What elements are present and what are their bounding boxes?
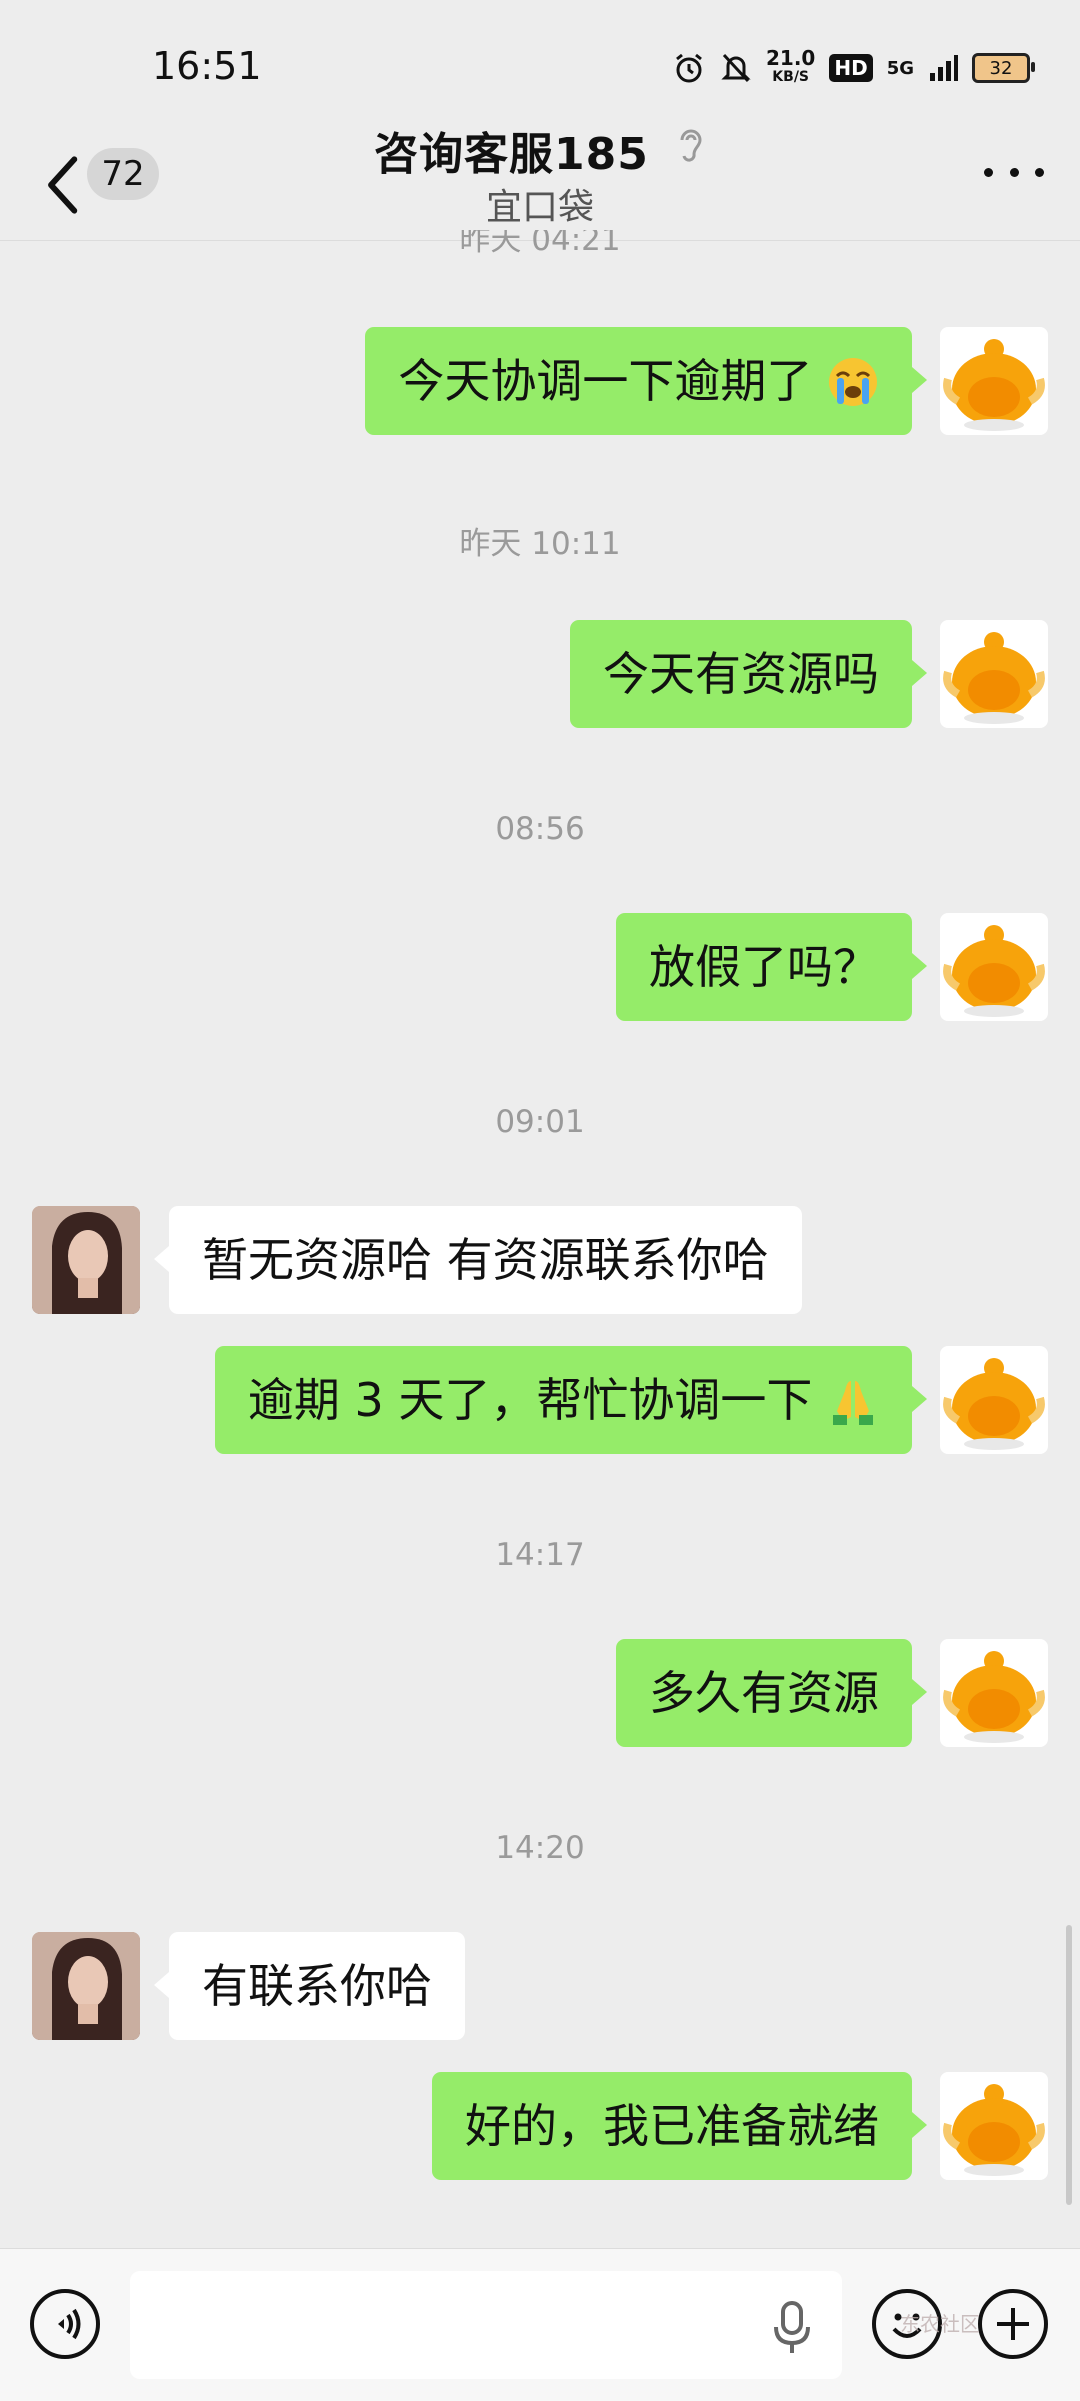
folded-hands-emoji bbox=[833, 1380, 873, 1425]
timestamp-text: 昨天 04:21 bbox=[459, 230, 621, 258]
signal-icon bbox=[930, 55, 958, 81]
status-icons: 21.0 KB/S HD 5G 32 bbox=[672, 44, 1035, 92]
scrollbar[interactable] bbox=[1066, 1925, 1072, 2205]
duck-avatar-icon bbox=[943, 2084, 1045, 2176]
avatar-self[interactable] bbox=[940, 913, 1048, 1021]
avatar-self[interactable] bbox=[940, 1639, 1048, 1747]
message-text: 放假了吗？ bbox=[649, 940, 879, 994]
more-dots-icon[interactable] bbox=[984, 160, 1044, 184]
more-actions-button[interactable] bbox=[978, 2289, 1048, 2359]
message-bubble-outgoing[interactable]: 今天协调一下逾期了 bbox=[365, 327, 927, 435]
message-text: 有联系你哈 bbox=[202, 1959, 432, 2013]
hd-badge: HD bbox=[829, 54, 873, 82]
message-text: 暂无资源哈 有资源联系你哈 bbox=[202, 1233, 769, 1287]
message-text: 今天有资源吗 bbox=[603, 647, 879, 701]
duck-avatar-icon bbox=[943, 1358, 1045, 1450]
avatar-self[interactable] bbox=[940, 2072, 1048, 2180]
network-speed: 21.0 KB/S bbox=[765, 46, 816, 87]
message-bubble-outgoing[interactable]: 多久有资源 bbox=[616, 1639, 927, 1747]
message-bubble-outgoing[interactable]: 好的，我已准备就绪 bbox=[432, 2072, 927, 2180]
avatar-self[interactable] bbox=[940, 620, 1048, 728]
timestamp: 09:01 bbox=[495, 1104, 585, 1140]
avatar-contact[interactable] bbox=[32, 1932, 140, 2040]
message-bubble-outgoing[interactable]: 放假了吗？ bbox=[616, 913, 927, 1021]
message-input[interactable] bbox=[130, 2271, 842, 2379]
chat-title[interactable]: 咨询客服185 bbox=[374, 129, 649, 180]
message-text: 今天协调一下逾期了 bbox=[398, 354, 813, 408]
woman-portrait-avatar bbox=[32, 1206, 140, 1314]
battery-icon: 32 bbox=[972, 53, 1035, 83]
duck-avatar-icon bbox=[943, 632, 1045, 724]
speed-unit: KB/S bbox=[772, 69, 810, 85]
crying-face-emoji bbox=[829, 357, 877, 406]
woman-portrait-avatar bbox=[32, 1932, 140, 2040]
duck-avatar-icon bbox=[943, 1651, 1045, 1743]
message-bubble-outgoing[interactable]: 逾期 3 天了，帮忙协调一下 bbox=[214, 1346, 928, 1454]
plus-icon bbox=[997, 2308, 1029, 2340]
message-text: 好的，我已准备就绪 bbox=[465, 2099, 879, 2153]
timestamp: 14:20 bbox=[495, 1830, 585, 1866]
microphone-icon[interactable] bbox=[770, 2299, 814, 2355]
status-bar: 16:51 21.0 KB/S HD 5G 32 bbox=[0, 0, 1080, 135]
avatar-self[interactable] bbox=[940, 327, 1048, 435]
speed-value: 21.0 bbox=[765, 46, 816, 70]
network-type: 5G bbox=[886, 57, 914, 79]
duck-avatar-icon bbox=[943, 339, 1045, 431]
message-text: 逾期 3 天了，帮忙协调一下 bbox=[247, 1373, 813, 1427]
watermark: 东农社区 bbox=[900, 2312, 980, 2336]
message-bubble-incoming[interactable]: 有联系你哈 bbox=[154, 1932, 465, 2040]
message-text: 多久有资源 bbox=[649, 1666, 879, 1720]
ear-icon bbox=[680, 129, 702, 162]
timestamp: 昨天 10:11 bbox=[459, 526, 621, 562]
bell-muted-icon bbox=[721, 53, 751, 83]
alarm-icon bbox=[676, 53, 702, 83]
message-bubble-incoming[interactable]: 暂无资源哈 有资源联系你哈 bbox=[154, 1206, 802, 1314]
avatar-contact[interactable] bbox=[32, 1206, 140, 1314]
message-bubble-outgoing[interactable]: 今天有资源吗 bbox=[570, 620, 927, 728]
status-time: 16:51 bbox=[152, 44, 262, 88]
timestamp: 08:56 bbox=[495, 811, 585, 847]
voice-button[interactable] bbox=[30, 2289, 100, 2359]
avatar-self[interactable] bbox=[940, 1346, 1048, 1454]
timestamp: 昨天 04:21 bbox=[0, 230, 1080, 260]
duck-avatar-icon bbox=[943, 925, 1045, 1017]
battery-level: 32 bbox=[989, 57, 1013, 79]
chat-title-wrap: 咨询客服185 bbox=[0, 118, 1080, 182]
timestamp: 14:17 bbox=[495, 1537, 585, 1573]
chat-subtitle: 宜口袋 bbox=[485, 187, 594, 228]
voice-icon bbox=[58, 2308, 81, 2340]
